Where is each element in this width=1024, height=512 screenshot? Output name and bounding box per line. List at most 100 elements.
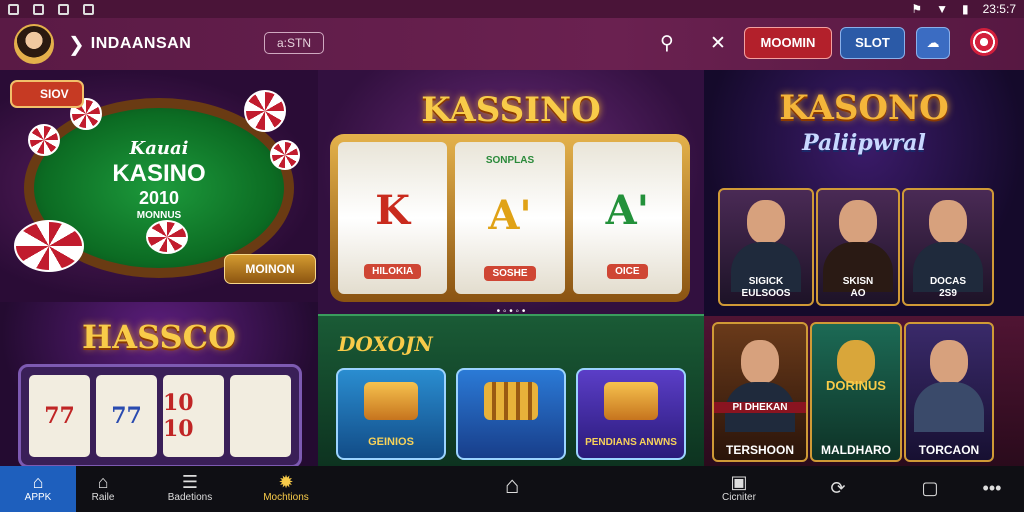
reel-top-label: SONPLAS [485,155,535,167]
moomin-button[interactable]: MOOMIN [744,27,832,59]
search-icon[interactable]: ⚲ [660,32,674,55]
portraits-title: KASONO [779,88,949,128]
chip-stack-icon [146,220,188,254]
chips-icon [484,382,538,420]
kasono-portraits-card[interactable]: KASONO Paliipwral SIGICK EULSOOS SKISN AO … [704,70,1024,316]
chat-icon: ☁ [926,35,940,50]
nav-more[interactable]: ••• [970,466,1014,512]
home-outline-icon: ⌂ [97,472,109,492]
portrait-card[interactable]: SIGICK EULSOOS [718,188,814,306]
bonus-tile[interactable]: PENDIANS ANWNS [576,368,686,460]
download-icon [33,3,44,15]
avatar[interactable] [14,24,54,64]
kassino-slot-card[interactable]: KASSINO K HILOKIA SONPLAS A' SOSHE A' OI… [318,70,704,314]
chat-button[interactable]: ☁ [916,27,950,59]
portrait-caption: SIGICK EULSOOS [720,276,812,300]
card-label: MALDHARO [821,443,891,457]
face [741,340,779,384]
bonus-card[interactable]: DOXOJN GEINIOS PENDIANS ANWNS [318,314,704,466]
nav-label: APPK [24,492,52,503]
menu-icon: ☰ [181,472,199,492]
slot-reel: K HILOKIA [338,142,448,294]
nav-label: Badetions [167,492,213,503]
gift-icon[interactable] [970,28,998,56]
slot-reel: A' OICE [572,142,682,294]
chip-stack-icon [14,220,84,272]
chip-icon [28,124,60,156]
nav-label: Mochtions [263,492,309,503]
reel-label: SOSHE [484,265,536,281]
face [929,200,967,244]
caption-line1: DOCAS [929,276,967,287]
moinon-button[interactable]: MOINON [224,254,316,284]
reel-label: HILOKIA [364,264,422,279]
bonus-title: DOXOJN [338,332,433,356]
suit [914,382,984,432]
mini-reel: 10 10 [163,375,224,457]
kasino-table-card[interactable]: Kauai KASINO 2010 MONNUS SIOV MOINON [0,70,318,302]
nav-item-raile[interactable]: ⌂ Raile [76,466,130,512]
settings-icon [58,3,69,15]
card-label: TERSHOON [725,443,794,457]
bonus-tile[interactable] [456,368,566,460]
caption-line1: SKISN [842,276,874,287]
slot-reels: K HILOKIA SONPLAS A' SOSHE A' OICE [330,134,690,302]
nav-refresh[interactable]: ⟳ [818,466,858,512]
hassco-slot-card[interactable]: HASSCO 77 77 10 10 [0,302,318,466]
portraits-subtitle: Paliipwral [802,130,926,156]
portrait-card[interactable]: DOCAS 2S9 [902,188,994,306]
gift-box-icon [364,382,418,420]
portrait-caption: SKISN AO [818,276,898,300]
nav-home-button[interactable]: ⌂ [490,466,534,512]
table-line2: KASINO [112,160,206,187]
tile-label: GEINIOS [368,436,414,448]
bonus-tile[interactable]: GEINIOS [336,368,446,460]
mini-reel: 77 [29,375,90,457]
tile-label: PENDIANS ANWNS [585,437,677,448]
art-label: DORINUS [826,378,886,393]
carousel-dots[interactable]: • ◦ • ◦ • [318,306,704,314]
nav-item-cicniter[interactable]: ▣ Cicniter [706,466,772,512]
treasure-icon [604,382,658,420]
caption-line2: EULSOOS [741,288,791,299]
nav-square[interactable]: ▢ [910,466,950,512]
app-title: INDAANSAN [90,35,192,52]
nav-item-appk[interactable]: ⌂ APPK [0,466,76,512]
slot-reel: SONPLAS A' SOSHE [455,142,565,294]
character-card[interactable]: DORINUS MALDHARO [810,322,902,462]
reel-symbol: K [375,187,411,234]
camera-icon: ▣ [730,472,748,492]
status-time: 23:5:7 [982,2,1016,16]
reel-symbol: A' [488,192,532,240]
face [839,200,877,244]
nav-item-badetions[interactable]: ☰ Badetions [150,466,230,512]
portrait-card[interactable]: SKISN AO [816,188,900,306]
face [930,340,968,384]
mini-reel: 77 [96,375,157,457]
chevron-right-icon[interactable]: ❯ [68,32,85,57]
character-card[interactable]: PI DHEKAN TERSHOON [712,322,808,462]
nav-item-mochtions[interactable]: ✹ Mochtions [246,466,326,512]
portrait-caption: DOCAS 2S9 [904,276,992,300]
slot-title: KASSINO [421,90,601,130]
notification-icon [8,3,19,15]
hassco-title: HASSCO [82,318,236,356]
home-icon: ⌂ [32,472,44,492]
search-field[interactable]: a:STN [264,32,324,54]
chip-icon [244,90,286,132]
character-cards[interactable]: PI DHEKAN TERSHOON DORINUS MALDHARO TORC… [704,316,1024,466]
mini-reel [230,375,291,457]
mini-reels: 77 77 10 10 [18,364,302,466]
wifi-icon: ▼ [936,2,949,16]
reel-label: OICE [607,264,648,279]
siov-badge[interactable]: SIOV [10,80,84,108]
slot-button[interactable]: SLOT [840,27,905,59]
close-icon[interactable]: ✕ [710,32,726,55]
app-bar: ❯ INDAANSAN a:STN ⚲ ✕ MOOMIN SLOT ☁ [0,18,1024,70]
signal-icon: ⚑ [911,2,923,16]
status-bar: ⚑ ▼ ▮ 23:5:7 [0,0,1024,18]
character-card[interactable]: TORCAON [904,322,994,462]
caption-line1: SIGICK [748,276,784,287]
table-line1: Kauai [129,138,189,159]
chip-icon: ✹ [278,472,294,492]
